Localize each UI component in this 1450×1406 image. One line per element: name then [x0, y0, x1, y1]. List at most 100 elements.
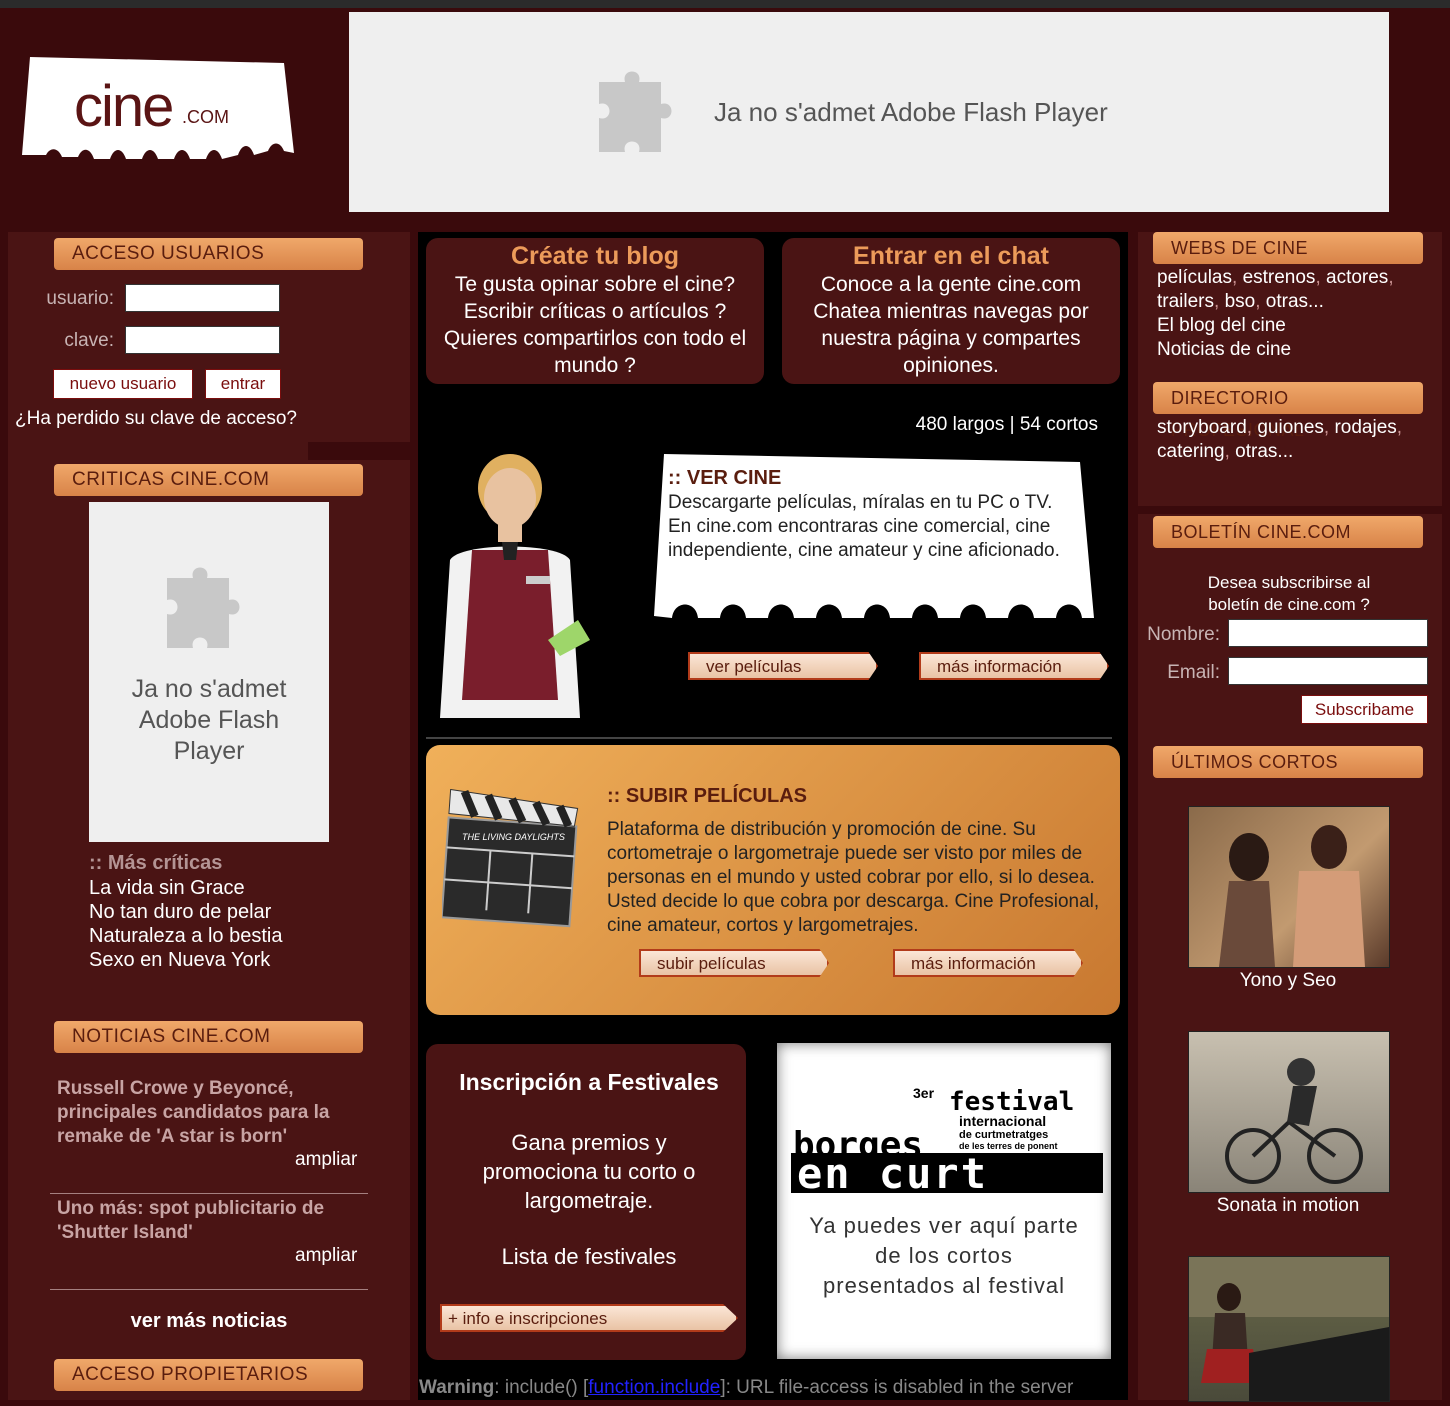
directorio-links: storyboard, guiones, rodajes, catering, … — [1157, 417, 1403, 462]
corto-thumbnail[interactable] — [1188, 1031, 1390, 1193]
webs-cine-links: películas, estrenos, actores, trailers, … — [1157, 266, 1437, 362]
warning-text: ]: URL file-access is disabled in the se… — [720, 1377, 1074, 1398]
dir-link[interactable]: rodajes — [1334, 417, 1396, 438]
divider — [50, 1289, 368, 1290]
clapperboard-icon: THE LIVING DAYLIGHTS — [440, 788, 582, 928]
lost-password-link[interactable]: ¿Ha perdido su clave de acceso? — [15, 408, 297, 430]
php-warning: Warning: include() [function.include]: U… — [419, 1377, 1073, 1399]
usuario-input[interactable] — [125, 284, 280, 312]
mas-informacion-button[interactable]: más información — [919, 652, 1109, 680]
plugin-puzzle-icon — [599, 71, 672, 152]
boletin-header: BOLETÍN CINE.COM — [1153, 516, 1423, 548]
critica-link[interactable]: No tan duro de pelar — [89, 900, 282, 924]
festival-ad-curtmetratges: de curtmetratges — [959, 1129, 1049, 1141]
chat-title[interactable]: Entrar en el chat — [782, 242, 1120, 271]
nombre-label: Nombre: — [1147, 624, 1220, 645]
subscribame-button[interactable]: Subscribame — [1301, 695, 1428, 724]
criticas-list: La vida sin Grace No tan duro de pelar N… — [89, 876, 282, 972]
divider — [50, 1193, 368, 1194]
chat-box[interactable]: Entrar en el chat Conoce a la gente cine… — [782, 238, 1120, 384]
ampliar-link[interactable]: ampliar — [295, 1149, 357, 1171]
web-link[interactable]: otras... — [1266, 291, 1324, 312]
function-include-link[interactable]: function.include — [588, 1377, 720, 1398]
subir-title: :: SUBIR PELÍCULAS — [607, 785, 807, 807]
divider — [426, 737, 1112, 739]
blog-box[interactable]: Créate tu blog Te gusta opinar sobre el … — [426, 238, 764, 384]
dir-link[interactable]: storyboard — [1157, 417, 1247, 438]
corto-thumbnail[interactable] — [1188, 806, 1390, 968]
corto-title[interactable]: Yono y Seo — [1188, 970, 1388, 992]
news-title[interactable]: Russell Crowe y Beyoncé, principales can… — [57, 1077, 367, 1149]
directorio-header: DIRECTORIO PROFESIONAL — [1153, 382, 1423, 440]
festivales-title[interactable]: Inscripción a Festivales — [426, 1069, 752, 1096]
festival-ad-ordinal: 3er — [913, 1085, 935, 1101]
left-notch — [308, 442, 410, 460]
info-inscripciones-button[interactable]: + info e inscripciones — [440, 1304, 738, 1332]
blog-body: Te gusta opinar sobre el cine? Escribir … — [443, 273, 747, 377]
warning-label: Warning — [419, 1377, 495, 1398]
criticas-flash: Ja no s'admet Adobe Flash Player — [89, 502, 329, 842]
web-link[interactable]: actores — [1326, 267, 1388, 288]
boletin-question: Desea subscribirse al boletín de cine.co… — [1207, 573, 1371, 614]
email-label: Email: — [1167, 662, 1220, 683]
ver-cine-title: :: VER CINE — [668, 467, 782, 489]
email-input[interactable] — [1228, 657, 1428, 685]
acceso-usuarios-header: ACCESO USUARIOS — [54, 238, 363, 270]
site-logo[interactable]: cine .COM — [22, 55, 294, 165]
festival-ad-encurt: en curt — [797, 1149, 989, 1198]
ultimos-cortos-header: ÚLTIMOS CORTOS — [1153, 746, 1423, 778]
corto-thumbnail[interactable] — [1188, 1256, 1390, 1402]
festival-ad-internacional: internacional — [959, 1113, 1047, 1129]
logo-text: cine — [74, 74, 174, 139]
news-title[interactable]: Uno más: spot publicitario de 'Shutter I… — [57, 1197, 367, 1245]
subir-mas-informacion-button[interactable]: más información — [893, 949, 1083, 977]
clave-label: clave: — [64, 330, 114, 351]
web-link[interactable]: estrenos — [1243, 267, 1316, 288]
entrar-button[interactable]: entrar — [205, 369, 281, 399]
nombre-input[interactable] — [1228, 619, 1428, 647]
critica-link[interactable]: Sexo en Nueva York — [89, 948, 282, 972]
usher-image — [430, 450, 600, 718]
dir-link[interactable]: otras... — [1235, 441, 1293, 462]
acceso-propietarios-header[interactable]: ACCESO PROPIETARIOS — [54, 1359, 363, 1391]
usuario-label: usuario: — [46, 288, 114, 309]
film-counts: 480 largos | 54 cortos — [915, 414, 1098, 435]
top-bar — [0, 0, 1450, 8]
clave-input[interactable] — [125, 326, 280, 354]
flash-banner: Ja no s'admet Adobe Flash Player — [349, 12, 1389, 212]
webs-cine-header: WEBS DE CINE — [1153, 232, 1423, 264]
ver-mas-noticias-link[interactable]: ver más noticias — [50, 1310, 368, 1333]
critica-link[interactable]: Naturaleza a lo bestia — [89, 924, 282, 948]
criticas-flash-message: Ja no s'admet Adobe Flash Player — [131, 675, 287, 765]
dir-link[interactable]: catering — [1157, 441, 1225, 462]
web-link[interactable]: bso — [1225, 291, 1256, 312]
subir-body: Plataforma de distribución y promoción d… — [607, 819, 1100, 936]
plugin-puzzle-icon — [167, 567, 240, 648]
mas-criticas-label[interactable]: :: Más críticas — [89, 852, 222, 875]
flash-message: Ja no s'admet Adobe Flash Player — [714, 97, 1108, 127]
critica-link[interactable]: La vida sin Grace — [89, 876, 282, 900]
web-link[interactable]: trailers — [1157, 291, 1214, 312]
warning-text: : include() [ — [494, 1377, 589, 1398]
ver-cine-body: Descargarte películas, míralas en tu PC … — [668, 492, 1060, 561]
festival-ad-caption: Ya puedes ver aquí parte de los cortos p… — [809, 1213, 1079, 1298]
chat-body: Conoce a la gente cine.com Chatea mientr… — [813, 273, 1089, 377]
logo-suffix: .COM — [182, 107, 229, 127]
blog-title[interactable]: Créate tu blog — [426, 242, 764, 271]
right-gap — [1138, 506, 1442, 514]
corto-title[interactable]: Sonata in motion — [1188, 1195, 1388, 1217]
noticias-header: NOTICIAS CINE.COM — [54, 1021, 363, 1053]
subir-peliculas-button[interactable]: subir películas — [639, 949, 829, 977]
criticas-header: CRITICAS CINE.COM — [54, 464, 363, 496]
noticias-cine-link[interactable]: Noticias de cine — [1157, 338, 1437, 362]
ampliar-link[interactable]: ampliar — [295, 1245, 357, 1267]
web-link[interactable]: películas — [1157, 267, 1232, 288]
lista-festivales-link[interactable]: Lista de festivales — [426, 1244, 752, 1270]
clapper-text: THE LIVING DAYLIGHTS — [462, 832, 565, 842]
dir-link[interactable]: guiones — [1257, 417, 1324, 438]
nuevo-usuario-button[interactable]: nuevo usuario — [53, 369, 193, 399]
ver-peliculas-button[interactable]: ver películas — [688, 652, 878, 680]
festivales-body: Gana premios y promociona tu corto o lar… — [482, 1130, 696, 1213]
festival-ad[interactable]: 3er festival internacional de curtmetrat… — [777, 1043, 1111, 1359]
blog-cine-link[interactable]: El blog del cine — [1157, 314, 1437, 338]
